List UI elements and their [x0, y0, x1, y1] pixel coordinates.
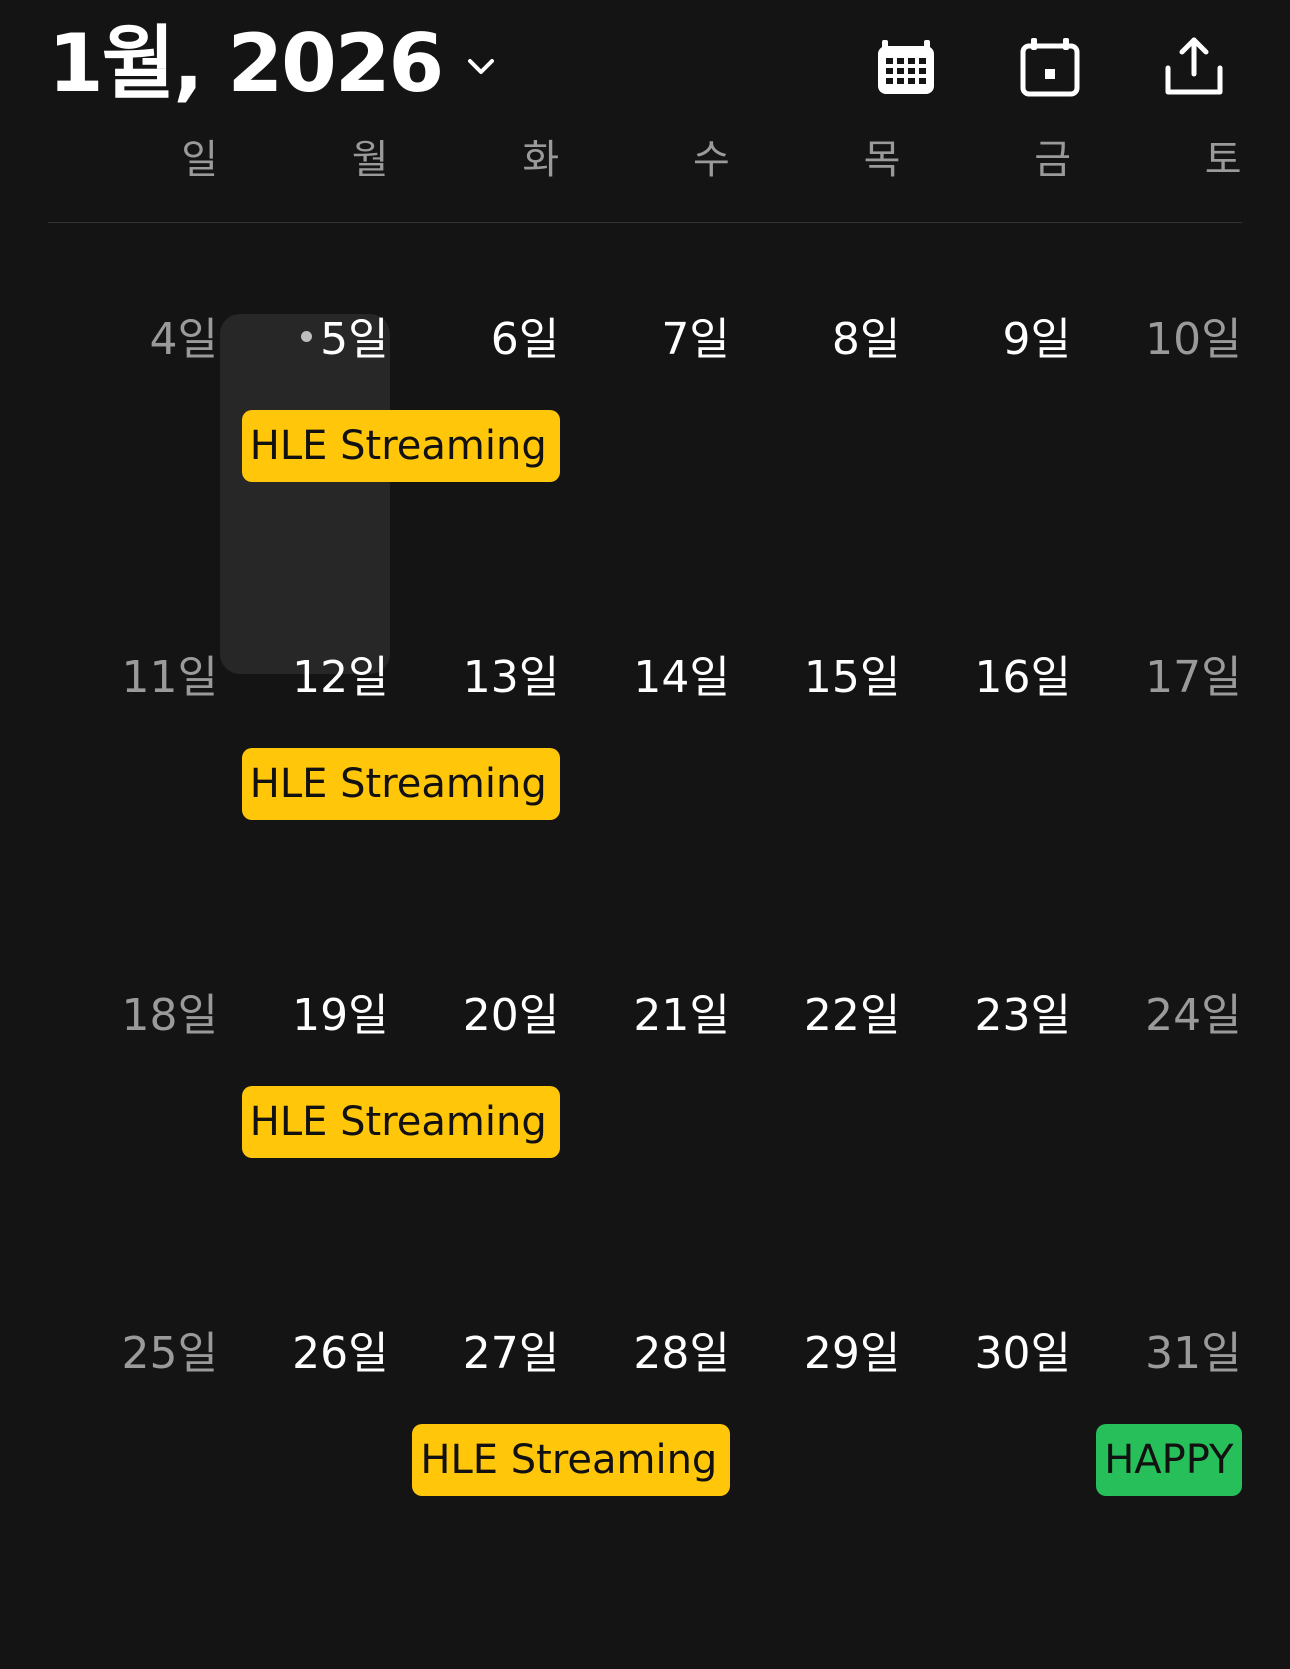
day-number: 8일 — [831, 314, 901, 365]
day-number: 4일 — [149, 314, 218, 365]
day-number: 7일 — [661, 314, 730, 365]
day-number: 24일 — [1145, 990, 1242, 1041]
day-number: 14일 — [633, 652, 730, 703]
weekday-saturday: 토 — [1204, 137, 1242, 183]
weekday-header: 일 월 화 수 목 금 토 — [48, 130, 1242, 190]
weekday-tuesday: 화 — [522, 137, 560, 183]
day-cell[interactable]: 26일 — [219, 1314, 389, 1394]
day-cell[interactable]: 16일 — [901, 638, 1071, 718]
day-number: 23일 — [974, 990, 1071, 1041]
day-cell[interactable]: 9일 — [901, 300, 1071, 380]
day-number: 11일 — [121, 652, 218, 703]
day-number: 5일 — [320, 314, 389, 365]
event-chip[interactable]: HAPPY — [1096, 1424, 1243, 1496]
day-cell[interactable]: 24일 — [1072, 976, 1242, 1056]
day-number: 19일 — [292, 990, 389, 1041]
weekday-sunday: 일 — [181, 137, 218, 183]
day-number: 20일 — [462, 990, 560, 1041]
day-number: 15일 — [803, 652, 901, 703]
event-chip[interactable]: HLE Streaming D — [412, 1424, 731, 1496]
header-divider — [48, 222, 1242, 223]
weekday-friday: 금 — [1034, 137, 1071, 183]
weekday-wednesday: 수 — [692, 137, 730, 183]
month-calendar-icon — [874, 34, 938, 102]
day-cell[interactable]: 8일 — [730, 300, 900, 380]
day-cell[interactable]: 30일 — [901, 1314, 1071, 1394]
day-number: 6일 — [490, 314, 560, 365]
day-cell[interactable]: 31일 — [1072, 1314, 1242, 1394]
day-cell[interactable]: 15일 — [730, 638, 900, 718]
day-view-button[interactable] — [1012, 30, 1088, 106]
day-cell[interactable]: 18일 — [48, 976, 218, 1056]
month-grid: 4일 5일 6일 7일 8일 9일 10일 11일 12일 13일 14일 15일 16일 17일 18일 1… — [48, 300, 1243, 1660]
day-number: 22일 — [803, 990, 901, 1041]
chevron-down-icon — [464, 50, 498, 84]
day-number: 27일 — [462, 1328, 560, 1379]
day-number: 25일 — [121, 1328, 218, 1379]
day-cell[interactable]: 21일 — [560, 976, 730, 1056]
day-number: 16일 — [974, 652, 1071, 703]
share-button[interactable] — [1156, 30, 1232, 106]
day-number: 26일 — [292, 1328, 389, 1379]
day-cell[interactable]: 14일 — [560, 638, 730, 718]
day-calendar-icon — [1018, 34, 1082, 102]
event-chip[interactable]: HLE Streaming D — [241, 1086, 560, 1158]
event-chip[interactable]: HLE Streaming D — [241, 410, 560, 482]
day-number: 18일 — [121, 990, 218, 1041]
day-cell[interactable]: 22일 — [730, 976, 900, 1056]
day-number: 21일 — [633, 990, 730, 1041]
day-cell[interactable]: 17일 — [1072, 638, 1242, 718]
today-dot-icon — [301, 330, 313, 342]
day-cell[interactable]: 11일 — [48, 638, 218, 718]
share-icon — [1162, 34, 1226, 102]
day-cell[interactable]: 12일 — [219, 638, 389, 718]
day-number: 31일 — [1145, 1328, 1242, 1379]
month-view-button[interactable] — [868, 30, 944, 106]
day-cell[interactable]: 20일 — [389, 976, 559, 1056]
day-cell[interactable]: 23일 — [901, 976, 1071, 1056]
day-number: 17일 — [1145, 652, 1242, 703]
event-chip[interactable]: HLE Streaming D — [241, 748, 560, 820]
day-number: 28일 — [633, 1328, 730, 1379]
day-cell[interactable]: 7일 — [560, 300, 730, 380]
day-cell[interactable]: 13일 — [389, 638, 559, 718]
day-cell[interactable]: 25일 — [48, 1314, 218, 1394]
day-cell[interactable]: 10일 — [1072, 300, 1242, 380]
day-cell[interactable]: 27일 — [389, 1314, 559, 1394]
weekday-monday: 월 — [351, 137, 389, 183]
day-number: 9일 — [1002, 314, 1071, 365]
day-number: 29일 — [803, 1328, 901, 1379]
month-picker[interactable]: 1월, 2026 — [48, 14, 498, 114]
day-number: 10일 — [1145, 314, 1242, 365]
calendar-header: 1월, 2026 — [0, 0, 1290, 140]
day-cell[interactable]: 28일 — [560, 1314, 730, 1394]
day-cell[interactable]: 5일 — [219, 300, 389, 380]
weekday-thursday: 목 — [863, 137, 901, 183]
day-number: 12일 — [292, 652, 389, 703]
day-cell[interactable]: 29일 — [730, 1314, 900, 1394]
day-cell[interactable]: 19일 — [219, 976, 389, 1056]
day-cell[interactable]: 4일 — [48, 300, 218, 380]
day-number: 13일 — [462, 652, 560, 703]
day-cell[interactable]: 6일 — [389, 300, 559, 380]
month-title: 1월, 2026 — [48, 17, 444, 110]
day-number: 30일 — [974, 1328, 1071, 1379]
